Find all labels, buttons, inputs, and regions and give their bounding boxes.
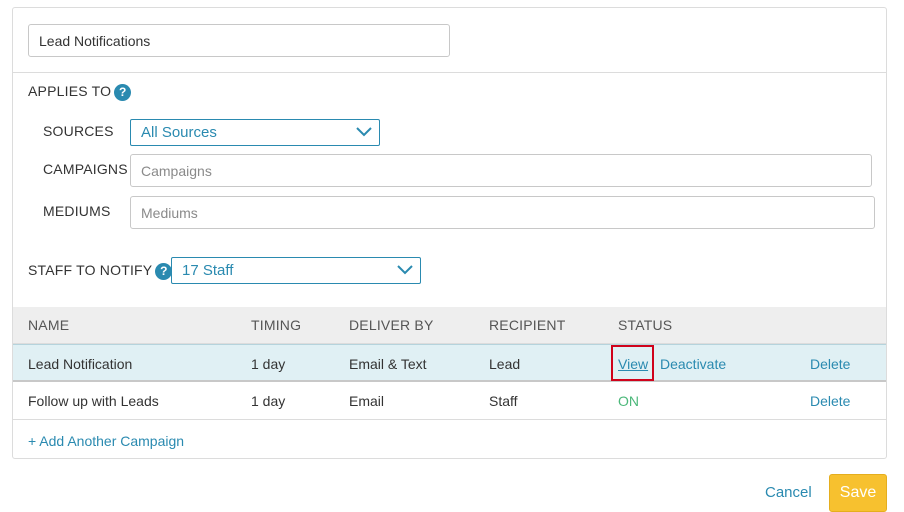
status-badge: ON bbox=[618, 393, 639, 409]
help-icon[interactable]: ? bbox=[114, 83, 132, 101]
help-icon[interactable]: ? bbox=[155, 262, 173, 280]
header-timing: TIMING bbox=[251, 317, 302, 333]
applies-to-text: APPLIES TO bbox=[28, 83, 112, 99]
applies-to-label: APPLIES TO? bbox=[28, 83, 132, 101]
row-timing: 1 day bbox=[251, 393, 286, 409]
row-name: Lead Notification bbox=[28, 356, 133, 372]
campaigns-label: CAMPAIGNS bbox=[43, 161, 128, 177]
row-timing: 1 day bbox=[251, 356, 286, 372]
header-divider bbox=[13, 72, 886, 73]
row-recipient: Staff bbox=[489, 393, 518, 409]
sources-select[interactable]: All Sources bbox=[130, 119, 380, 146]
sources-select-value: All Sources bbox=[141, 124, 217, 141]
delete-link[interactable]: Delete bbox=[810, 356, 850, 372]
notification-name-input[interactable] bbox=[28, 24, 450, 57]
row-deliver-by: Email bbox=[349, 393, 385, 409]
notification-card: APPLIES TO? SOURCES All Sources CAMPAIGN… bbox=[12, 7, 887, 459]
table-row[interactable]: Follow up with Leads 1 day Email Staff O… bbox=[13, 382, 886, 420]
table-header: NAME TIMING DELIVER BY RECIPIENT STATUS bbox=[13, 307, 886, 344]
chevron-down-icon bbox=[397, 265, 413, 275]
header-name: NAME bbox=[28, 317, 70, 333]
table-row[interactable]: Lead Notification 1 day Email & Text Lea… bbox=[13, 344, 886, 382]
chevron-down-icon bbox=[356, 127, 372, 137]
row-name: Follow up with Leads bbox=[28, 393, 159, 409]
staff-to-notify-text: STAFF TO NOTIFY bbox=[28, 262, 153, 278]
cancel-button[interactable]: Cancel bbox=[765, 484, 812, 501]
header-recipient: RECIPIENT bbox=[489, 317, 566, 333]
sources-label: SOURCES bbox=[43, 123, 114, 139]
mediums-label: MEDIUMS bbox=[43, 203, 111, 219]
save-button[interactable]: Save bbox=[829, 474, 887, 512]
deactivate-link[interactable]: Deactivate bbox=[660, 356, 726, 372]
add-campaign-link[interactable]: + Add Another Campaign bbox=[28, 433, 184, 449]
staff-select-value: 17 Staff bbox=[182, 262, 234, 279]
header-deliver-by: DELIVER BY bbox=[349, 317, 434, 333]
row-deliver-by: Email & Text bbox=[349, 356, 427, 372]
mediums-input[interactable] bbox=[130, 196, 875, 229]
campaigns-input[interactable] bbox=[130, 154, 872, 187]
staff-select[interactable]: 17 Staff bbox=[171, 257, 421, 284]
campaigns-table: NAME TIMING DELIVER BY RECIPIENT STATUS … bbox=[13, 307, 886, 420]
delete-link[interactable]: Delete bbox=[810, 393, 850, 409]
header-status: STATUS bbox=[618, 317, 673, 333]
staff-to-notify-label: STAFF TO NOTIFY? bbox=[28, 262, 173, 280]
row-recipient: Lead bbox=[489, 356, 521, 372]
view-link[interactable]: View bbox=[618, 356, 648, 372]
